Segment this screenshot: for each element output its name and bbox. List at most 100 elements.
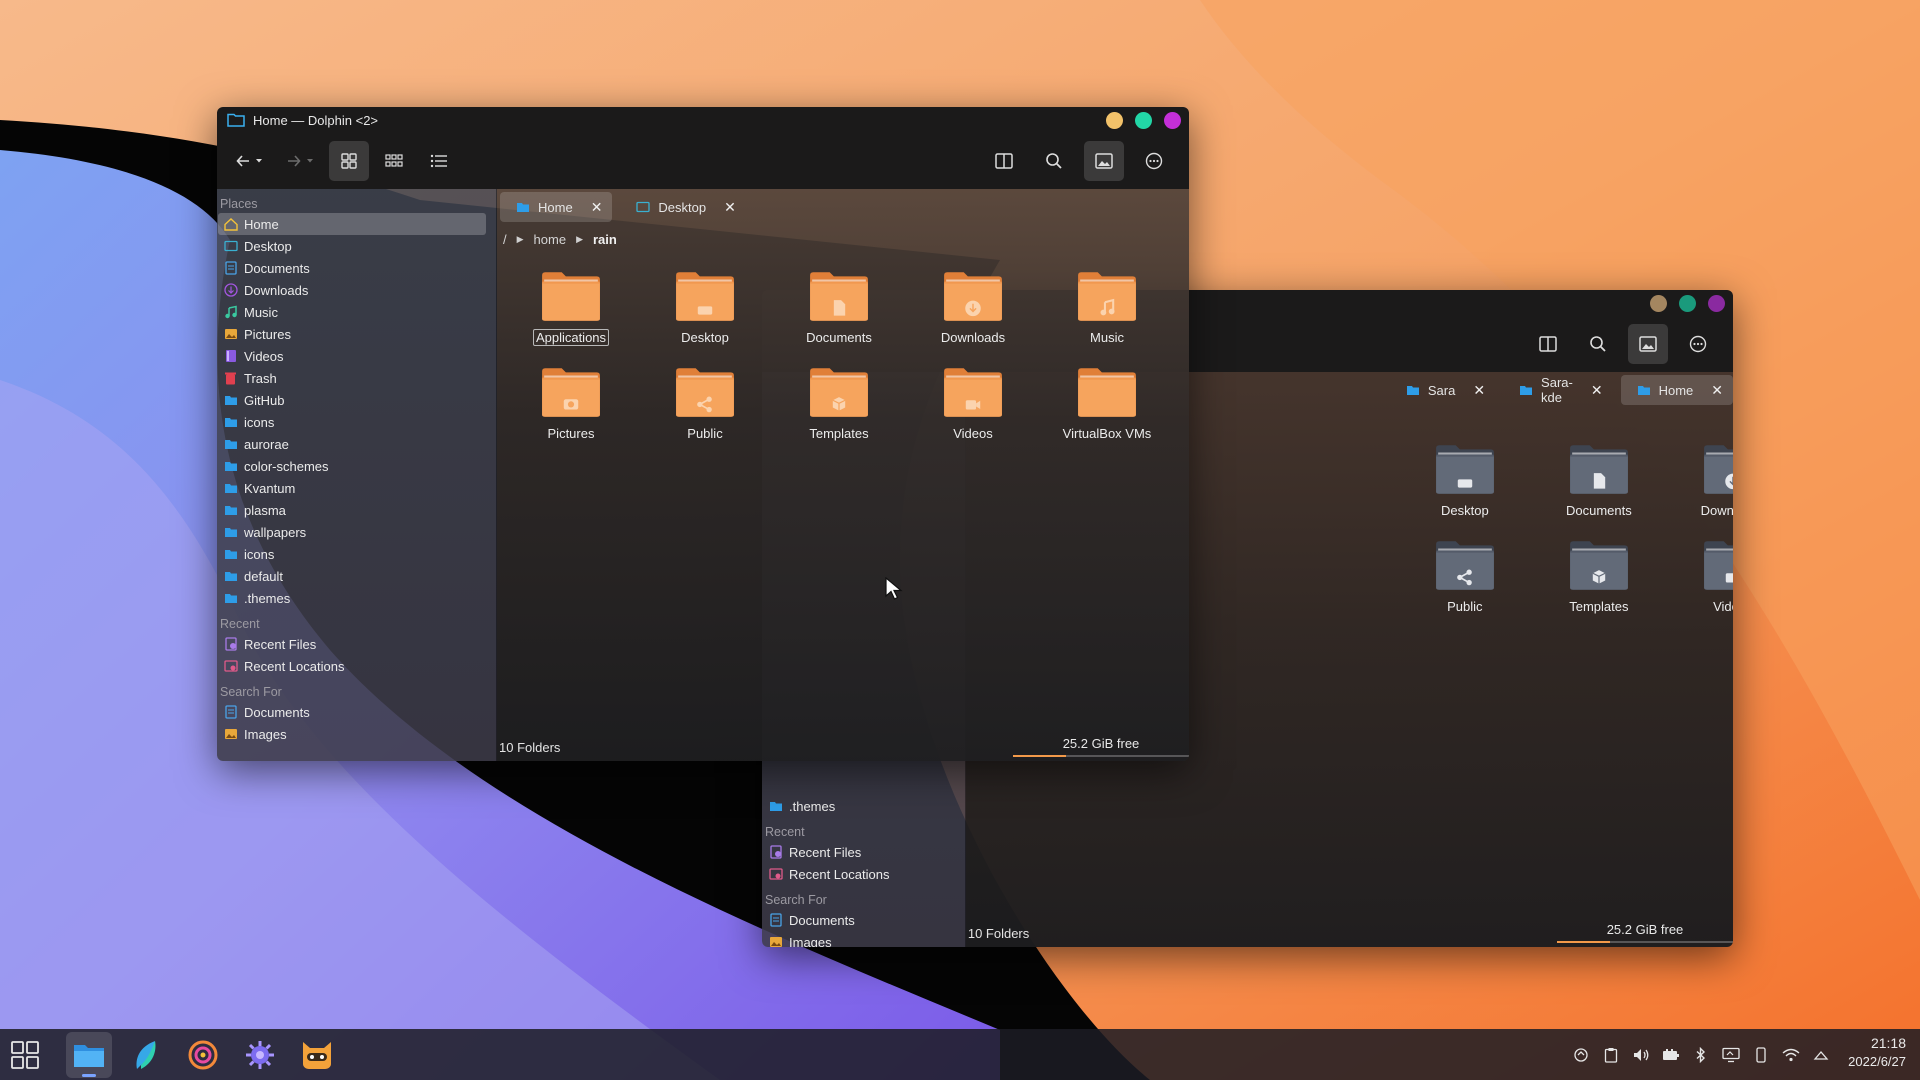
battery-icon[interactable] <box>1662 1046 1680 1064</box>
free-space-label[interactable]: 25.2 GiB free <box>1013 736 1189 751</box>
breadcrumb-home[interactable]: home <box>534 232 567 247</box>
folder-item[interactable]: Downloads <box>1666 442 1733 536</box>
folder-label: Public <box>687 426 723 441</box>
folder-item[interactable]: Public <box>638 365 772 459</box>
close-tab-icon[interactable]: ✕ <box>1473 382 1485 399</box>
split-view-button[interactable] <box>984 141 1024 181</box>
tab-home[interactable]: Home ✕ <box>1620 375 1733 405</box>
title-bar[interactable]: Home — Dolphin <2> <box>217 107 1189 133</box>
close-tab-icon[interactable]: ✕ <box>724 199 736 216</box>
breadcrumb-root[interactable]: / <box>503 232 507 247</box>
folder-item[interactable]: Videos <box>906 365 1040 459</box>
sidebar-item-search-documents[interactable]: Documents <box>763 909 955 931</box>
app-launcher-button[interactable] <box>2 1032 48 1078</box>
search-button[interactable] <box>1578 324 1618 364</box>
sidebar-item-wallpapers[interactable]: wallpapers <box>218 521 486 543</box>
folder-item[interactable]: Downloads <box>906 269 1040 363</box>
taskbar-browser[interactable] <box>180 1032 226 1078</box>
chevron-right-icon[interactable]: ▶ <box>517 234 524 245</box>
sidebar-item-icons[interactable]: icons <box>218 411 486 433</box>
details-view-button[interactable] <box>419 141 459 181</box>
sidebar-item-home[interactable]: Home <box>218 213 486 235</box>
back-button[interactable] <box>227 141 273 181</box>
folder-item[interactable]: Videos <box>1666 538 1733 632</box>
folder-item[interactable]: Desktop <box>638 269 772 363</box>
sidebar-item-music[interactable]: Music <box>218 301 486 323</box>
sidebar-item-plasma[interactable]: plasma <box>218 499 486 521</box>
search-button[interactable] <box>1034 141 1074 181</box>
close-tab-icon[interactable]: ✕ <box>1591 382 1603 399</box>
taskbar-kate[interactable] <box>123 1032 169 1078</box>
menu-button[interactable] <box>1678 324 1718 364</box>
phone-icon[interactable] <box>1752 1046 1770 1064</box>
close-tab-icon[interactable]: ✕ <box>591 199 603 216</box>
sidebar-item-default[interactable]: default <box>218 565 486 587</box>
folder-item[interactable]: Templates <box>1532 538 1666 632</box>
folder-item[interactable]: Documents <box>1532 442 1666 536</box>
sidebar-item-aurorae[interactable]: aurorae <box>218 433 486 455</box>
preview-button[interactable] <box>1084 141 1124 181</box>
home-icon <box>223 217 238 232</box>
sidebar-item-recent-files[interactable]: Recent Files <box>763 841 955 863</box>
folder-item[interactable]: Documents <box>772 269 906 363</box>
volume-icon[interactable] <box>1632 1046 1650 1064</box>
sidebar-item-desktop[interactable]: Desktop <box>218 235 486 257</box>
bluetooth-icon[interactable] <box>1692 1046 1710 1064</box>
sidebar-item-videos[interactable]: Videos <box>218 345 486 367</box>
sidebar-item-recent-locations[interactable]: Recent Locations <box>763 863 955 885</box>
sidebar-item-recent-locations[interactable]: Recent Locations <box>218 655 486 677</box>
tab-sara[interactable]: Sara ✕ <box>1390 375 1495 405</box>
folder-item[interactable]: Music <box>1040 269 1174 363</box>
chevron-right-icon[interactable]: ▶ <box>576 234 583 245</box>
folder-label: VirtualBox VMs <box>1062 426 1152 441</box>
minimize-button[interactable] <box>1106 112 1123 129</box>
menu-button[interactable] <box>1134 141 1174 181</box>
sidebar-item-images[interactable]: Images <box>218 723 486 745</box>
display-icon[interactable] <box>1722 1046 1740 1064</box>
sidebar-item-themes[interactable]: .themes <box>763 795 955 817</box>
file-view[interactable]: Home ✕ Desktop ✕ / ▶ home ▶ rain Applica… <box>497 189 1189 761</box>
tab-desktop[interactable]: Desktop ✕ <box>620 192 745 222</box>
split-view-button[interactable] <box>1528 324 1568 364</box>
sidebar-item-themes[interactable]: .themes <box>218 587 486 609</box>
breadcrumb-current[interactable]: rain <box>593 232 617 247</box>
close-button[interactable] <box>1164 112 1181 129</box>
taskbar-settings[interactable] <box>237 1032 283 1078</box>
close-tab-icon[interactable]: ✕ <box>1711 382 1723 399</box>
compact-view-button[interactable] <box>374 141 414 181</box>
kdeconnect-icon[interactable] <box>1572 1046 1590 1064</box>
sidebar-item-documents[interactable]: Documents <box>218 701 486 723</box>
minimize-button[interactable] <box>1650 295 1667 312</box>
folder-item[interactable]: VirtualBox VMs <box>1040 365 1174 459</box>
sidebar-item-trash[interactable]: Trash <box>218 367 486 389</box>
sidebar-item-pictures[interactable]: Pictures <box>218 323 486 345</box>
free-space-label[interactable]: 25.2 GiB free <box>1557 922 1733 937</box>
maximize-button[interactable] <box>1135 112 1152 129</box>
sidebar-item-color-schemes[interactable]: color-schemes <box>218 455 486 477</box>
folder-item[interactable]: Applications <box>504 269 638 363</box>
forward-button[interactable] <box>278 141 324 181</box>
maximize-button[interactable] <box>1679 295 1696 312</box>
expand-icon[interactable] <box>1812 1046 1830 1064</box>
tab-home[interactable]: Home ✕ <box>500 192 613 222</box>
sidebar-item-downloads[interactable]: Downloads <box>218 279 486 301</box>
folder-item[interactable]: Pictures <box>504 365 638 459</box>
sidebar-item-icons[interactable]: icons <box>218 543 486 565</box>
sidebar-item-search-images[interactable]: Images <box>763 931 955 947</box>
close-button[interactable] <box>1708 295 1725 312</box>
taskbar-dolphin[interactable] <box>66 1031 112 1078</box>
clock[interactable]: 21:18 2022/6/27 <box>1848 1035 1906 1069</box>
icons-view-button[interactable] <box>329 141 369 181</box>
preview-button[interactable] <box>1628 324 1668 364</box>
folder-item[interactable]: Templates <box>772 365 906 459</box>
sidebar-item-github[interactable]: GitHub <box>218 389 486 411</box>
folder-item[interactable]: Desktop <box>1398 442 1532 536</box>
sidebar-item-recent-files[interactable]: Recent Files <box>218 633 486 655</box>
sidebar-item-kvantum[interactable]: Kvantum <box>218 477 486 499</box>
sidebar-item-documents[interactable]: Documents <box>218 257 486 279</box>
tab-sara-kde[interactable]: Sara-kde ✕ <box>1503 375 1613 405</box>
clipboard-icon[interactable] <box>1602 1046 1620 1064</box>
taskbar-cat-app[interactable] <box>294 1032 340 1078</box>
wifi-icon[interactable] <box>1782 1046 1800 1064</box>
folder-item[interactable]: Public <box>1398 538 1532 632</box>
